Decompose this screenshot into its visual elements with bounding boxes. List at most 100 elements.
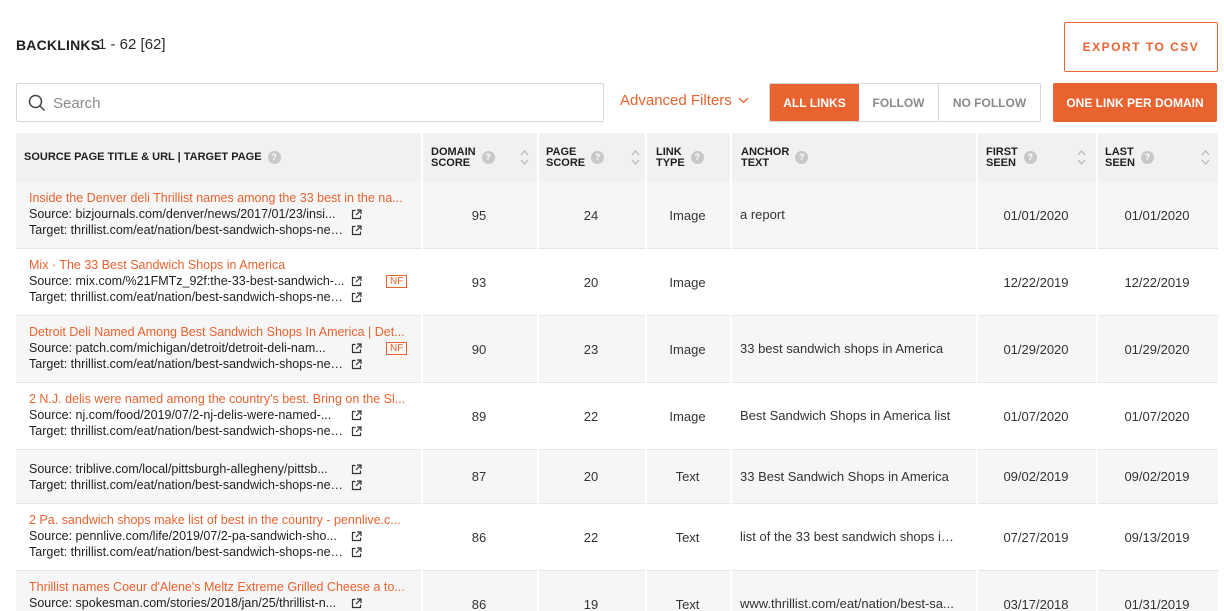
col-domain-score-header[interactable]: DOMAIN SCORE? [431, 133, 537, 182]
external-link-icon[interactable] [351, 275, 362, 287]
external-link-icon[interactable] [351, 208, 362, 220]
page-score-cell: 22 [583, 408, 599, 424]
last-seen-cell: 01/31/2019 [1124, 596, 1190, 611]
external-link-icon[interactable] [351, 479, 362, 491]
backlinks-table: SOURCE PAGE TITLE & URL | TARGET PAGE? D… [16, 133, 1218, 611]
source-title-link[interactable]: 2 Pa. sandwich shops make list of best i… [29, 512, 409, 528]
link-type-cell: Image [669, 207, 706, 223]
first-seen-cell: 09/02/2019 [1003, 469, 1069, 484]
page-score-cell: 24 [583, 207, 599, 223]
one-link-per-domain-button[interactable]: ONE LINK PER DOMAIN [1053, 83, 1217, 122]
help-icon[interactable]: ? [1023, 151, 1037, 164]
source-url: Source: pennlive.com/life/2019/07/2-pa-s… [29, 529, 337, 543]
link-type-cell: Text [675, 529, 700, 545]
domain-score-cell: 86 [471, 596, 487, 611]
anchor-text-cell: list of the 33 best sandwich shops in ..… [740, 529, 960, 544]
source-title-link[interactable]: 2 N.J. delis were named among the countr… [29, 391, 409, 407]
help-icon[interactable]: ? [591, 151, 605, 164]
external-link-icon[interactable] [351, 463, 362, 475]
link-type-cell: Image [669, 408, 706, 424]
source-title-link[interactable]: Detroit Deli Named Among Best Sandwich S… [29, 324, 409, 340]
sort-icon[interactable] [631, 149, 640, 166]
table-row[interactable]: Source: triblive.com/local/pittsburgh-al… [16, 450, 1218, 504]
first-seen-cell: 01/29/2020 [1003, 341, 1069, 357]
table-row[interactable]: Mix · The 33 Best Sandwich Shops in Amer… [16, 249, 1218, 316]
search-input[interactable] [53, 90, 593, 116]
external-link-icon[interactable] [351, 597, 362, 609]
col-first-seen-header[interactable]: FIRST SEEN? [986, 133, 1094, 182]
sort-icon[interactable] [520, 149, 529, 166]
table-row[interactable]: Inside the Denver deli Thrillist names a… [16, 182, 1218, 249]
external-link-icon[interactable] [351, 425, 362, 437]
first-seen-cell: 12/22/2019 [1003, 274, 1069, 290]
sort-icon[interactable] [1201, 149, 1210, 166]
page-score-cell: 23 [583, 341, 599, 357]
col-last-seen-header[interactable]: LAST SEEN? [1105, 133, 1218, 182]
domain-score-cell: 86 [471, 529, 487, 545]
target-url: Target: thrillist.com/eat/nation/best-sa… [29, 357, 345, 371]
help-icon[interactable]: ? [267, 151, 281, 164]
target-url: Target: thrillist.com/eat/nation/best-sa… [29, 424, 345, 438]
source-title-link[interactable]: Thrillist names Coeur d'Alene's Meltz Ex… [29, 579, 409, 595]
export-csv-button[interactable]: EXPORT TO CSV [1064, 22, 1218, 72]
anchor-text-cell: 33 Best Sandwich Shops in America [740, 468, 949, 484]
help-icon[interactable]: ? [481, 151, 495, 164]
nofollow-badge: NF [386, 274, 408, 288]
page-score-cell: 19 [583, 596, 599, 611]
help-icon[interactable]: ? [1140, 151, 1154, 164]
sort-icon[interactable] [1077, 149, 1086, 166]
external-link-icon[interactable] [351, 342, 362, 354]
domain-score-cell: 90 [471, 341, 487, 357]
domain-score-cell: 93 [471, 274, 487, 290]
table-row[interactable]: 2 Pa. sandwich shops make list of best i… [16, 504, 1218, 571]
first-seen-cell: 07/27/2019 [1003, 529, 1069, 545]
col-source-header[interactable]: SOURCE PAGE TITLE & URL | TARGET PAGE? [24, 133, 419, 182]
target-url: Target: thrillist.com/eat/nation/best-sa… [29, 223, 345, 237]
external-link-icon[interactable] [351, 546, 362, 558]
source-url: Source: bizjournals.com/denver/news/2017… [29, 207, 336, 221]
source-title-link[interactable]: Mix · The 33 Best Sandwich Shops in Amer… [29, 257, 409, 273]
first-seen-cell: 03/17/2018 [1003, 596, 1069, 611]
table-row[interactable]: Thrillist names Coeur d'Alene's Meltz Ex… [16, 571, 1218, 611]
target-url: Target: thrillist.com/eat/nation/best-sa… [29, 545, 345, 559]
advanced-filters-label: Advanced Filters [620, 92, 732, 109]
filter-no-follow[interactable]: NO FOLLOW [939, 84, 1040, 121]
filter-all-links[interactable]: ALL LINKS [770, 84, 859, 121]
help-icon[interactable]: ? [690, 151, 704, 164]
target-url: Target: thrillist.com/eat/nation/best-sa… [29, 478, 345, 492]
col-page-score-header[interactable]: PAGE SCORE? [546, 133, 648, 182]
link-type-cell: Image [669, 341, 706, 357]
search-icon [28, 94, 46, 112]
anchor-text-cell: a report [740, 207, 785, 222]
col-link-type-header[interactable]: LINK TYPE? [656, 133, 732, 182]
last-seen-cell: 12/22/2019 [1124, 274, 1190, 290]
link-type-cell: Image [669, 274, 706, 290]
last-seen-cell: 01/29/2020 [1124, 341, 1190, 357]
last-seen-cell: 01/01/2020 [1124, 207, 1190, 223]
page-score-cell: 20 [583, 469, 599, 484]
external-link-icon[interactable] [351, 409, 362, 421]
anchor-text-cell: Best Sandwich Shops in America list [740, 408, 951, 423]
nofollow-badge: NF [386, 341, 408, 355]
help-icon[interactable]: ? [795, 151, 809, 164]
page-score-cell: 22 [583, 529, 599, 545]
first-seen-cell: 01/01/2020 [1003, 207, 1069, 223]
table-row[interactable]: 2 N.J. delis were named among the countr… [16, 383, 1218, 450]
link-type-cell: Text [675, 469, 700, 484]
filter-follow[interactable]: FOLLOW [859, 84, 939, 121]
external-link-icon[interactable] [351, 530, 362, 542]
source-title-link[interactable]: Inside the Denver deli Thrillist names a… [29, 190, 409, 206]
advanced-filters-toggle[interactable]: Advanced Filters [620, 92, 749, 109]
target-url: Target: thrillist.com/eat/nation/best-sa… [29, 290, 345, 304]
source-url: Source: triblive.com/local/pittsburgh-al… [29, 462, 328, 476]
external-link-icon[interactable] [351, 224, 362, 236]
last-seen-cell: 01/07/2020 [1124, 408, 1190, 424]
last-seen-cell: 09/13/2019 [1124, 529, 1190, 545]
source-url: Source: mix.com/%21FMTz_92f:the-33-best-… [29, 274, 345, 288]
table-row[interactable]: Detroit Deli Named Among Best Sandwich S… [16, 316, 1218, 383]
col-anchor-text-header[interactable]: ANCHOR TEXT? [741, 133, 976, 182]
first-seen-cell: 01/07/2020 [1003, 408, 1069, 424]
page-score-cell: 20 [583, 274, 599, 290]
external-link-icon[interactable] [351, 358, 362, 370]
external-link-icon[interactable] [351, 291, 362, 303]
